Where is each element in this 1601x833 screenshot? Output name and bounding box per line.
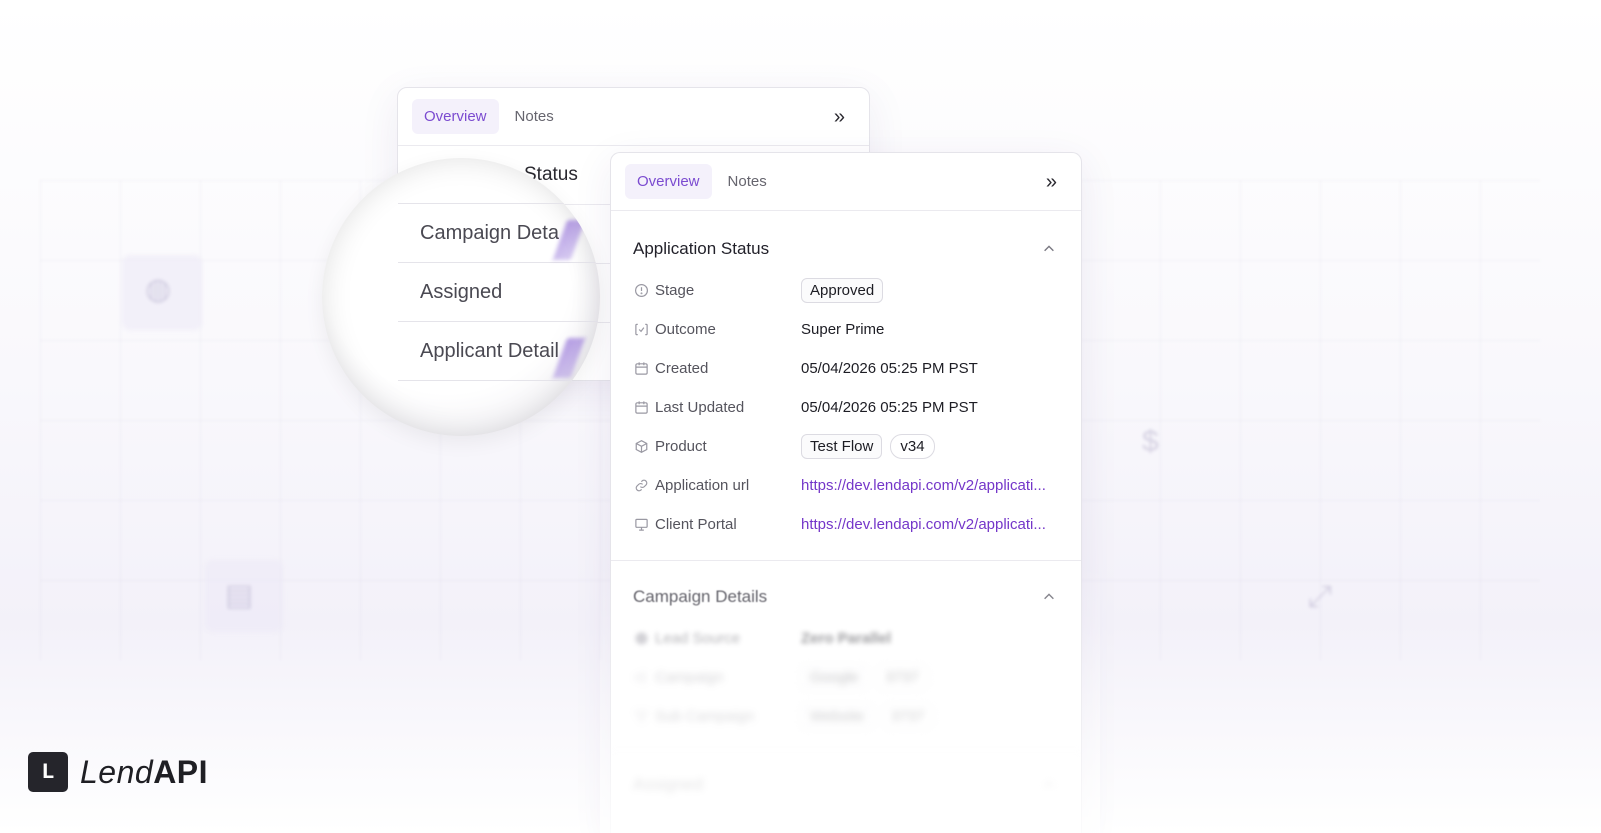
front-detail-panel: Overview Notes » Application Status Stag… (610, 152, 1082, 833)
section-header[interactable]: Assigned (633, 771, 1057, 799)
calendar-icon (633, 361, 649, 377)
tab-bar: Overview Notes » (398, 88, 869, 146)
campaign-badge: Google (801, 665, 868, 690)
globe-icon: ◍ (145, 273, 172, 306)
section-title: Assigned (633, 775, 703, 794)
section-header[interactable]: Application Status (633, 235, 1057, 263)
product-badge: Test Flow (801, 434, 883, 459)
field-label: Created (655, 360, 709, 377)
magnified-divider (398, 188, 600, 204)
version-badge: v34 (890, 434, 935, 459)
magnified-row-assigned: Assigned (398, 263, 600, 322)
created-value: 05/04/2026 05:25 PM PST (801, 360, 978, 377)
monitor-icon (633, 517, 649, 533)
double-chevron-right-icon[interactable]: » (834, 107, 845, 127)
document-icon: ▤ (225, 579, 254, 612)
field-label: Client Portal (655, 516, 737, 533)
megaphone-icon (633, 670, 649, 686)
clock-alert-icon (633, 283, 649, 299)
field-stage: Stage Approved (633, 271, 1057, 310)
tab-notes[interactable]: Notes (716, 164, 779, 199)
logo-text-lend: Lend (80, 753, 154, 790)
field-label: Campaign (655, 669, 724, 686)
field-label: Product (655, 438, 707, 455)
logo-text-api: API (153, 753, 209, 790)
sub-campaign-badge: Website (801, 704, 873, 729)
expand-arrow-icon: ⤢ (1308, 580, 1332, 613)
sub-campaign-id-badge: 3737 (880, 704, 935, 729)
lendapi-logo: L LendAPI (28, 752, 208, 792)
last-updated-value: 05/04/2026 05:25 PM PST (801, 399, 978, 416)
section-divider (611, 752, 1081, 753)
field-label: Stage (655, 282, 695, 299)
field-application-url: Application url https://dev.lendapi.com/… (633, 466, 1057, 505)
magnifier-lens: Campaign Deta Assigned Applicant Detail (322, 158, 600, 436)
calendar-icon (633, 400, 649, 416)
field-label: Last Updated (655, 399, 745, 416)
chevron-up-icon[interactable] (1041, 241, 1057, 257)
double-chevron-right-icon[interactable]: » (1046, 172, 1057, 192)
globe-icon (633, 631, 649, 647)
filter-icon (633, 709, 649, 725)
section-header[interactable]: Campaign Details (633, 583, 1057, 611)
tab-overview[interactable]: Overview (625, 164, 712, 199)
field-last-updated: Last Updated 05/04/2026 05:25 PM PST (633, 388, 1057, 427)
field-lead-source: Lead Source Zero Parallel (633, 619, 1057, 658)
magnified-row-label: Applicant Detail (420, 339, 559, 362)
link-icon (633, 478, 649, 494)
application-status-section: Application Status Stage Approved Outcom… (611, 235, 1081, 544)
client-portal-link[interactable]: https://dev.lendapi.com/v2/applicati... (801, 516, 1046, 533)
section-title: Application Status (633, 239, 770, 258)
field-label: Lead Source (655, 630, 741, 647)
logo-wordmark: LendAPI (80, 754, 208, 791)
stage-badge: Approved (801, 278, 884, 303)
chevron-up-icon[interactable] (1041, 777, 1057, 793)
box-icon (633, 439, 649, 455)
field-label: Outcome (655, 321, 716, 338)
outcome-value: Super Prime (801, 321, 885, 338)
dollar-icon: $ (1142, 425, 1159, 458)
field-campaign: Campaign Google 3737 (633, 658, 1057, 697)
chevron-up-icon[interactable] (1041, 589, 1057, 605)
field-label: Application url (655, 477, 750, 494)
campaign-details-section: Campaign Details Lead Source Zero Parall… (611, 583, 1081, 736)
campaign-id-badge: 3737 (875, 665, 929, 690)
field-product: Product Test Flow v34 (633, 427, 1057, 466)
logo-mark: L (28, 752, 68, 792)
field-sub-campaign: Sub Campaign Website 3737 (633, 697, 1057, 736)
magnified-row-label: Assigned (420, 280, 503, 303)
assigned-section: Assigned (611, 771, 1081, 799)
application-url-link[interactable]: https://dev.lendapi.com/v2/applicati... (801, 477, 1046, 494)
tab-notes[interactable]: Notes (503, 99, 566, 134)
lead-source-value: Zero Parallel (801, 630, 892, 647)
section-title: Campaign Details (633, 587, 768, 606)
field-label: Sub Campaign (655, 708, 755, 725)
section-divider (611, 560, 1081, 561)
field-client-portal: Client Portal https://dev.lendapi.com/v2… (633, 505, 1057, 544)
magnified-row-label: Campaign Deta (420, 221, 559, 244)
tab-overview[interactable]: Overview (412, 99, 499, 134)
field-created: Created 05/04/2026 05:25 PM PST (633, 349, 1057, 388)
field-outcome: Outcome Super Prime (633, 310, 1057, 349)
outcome-check-icon (633, 322, 649, 338)
tab-bar: Overview Notes » (611, 153, 1081, 211)
